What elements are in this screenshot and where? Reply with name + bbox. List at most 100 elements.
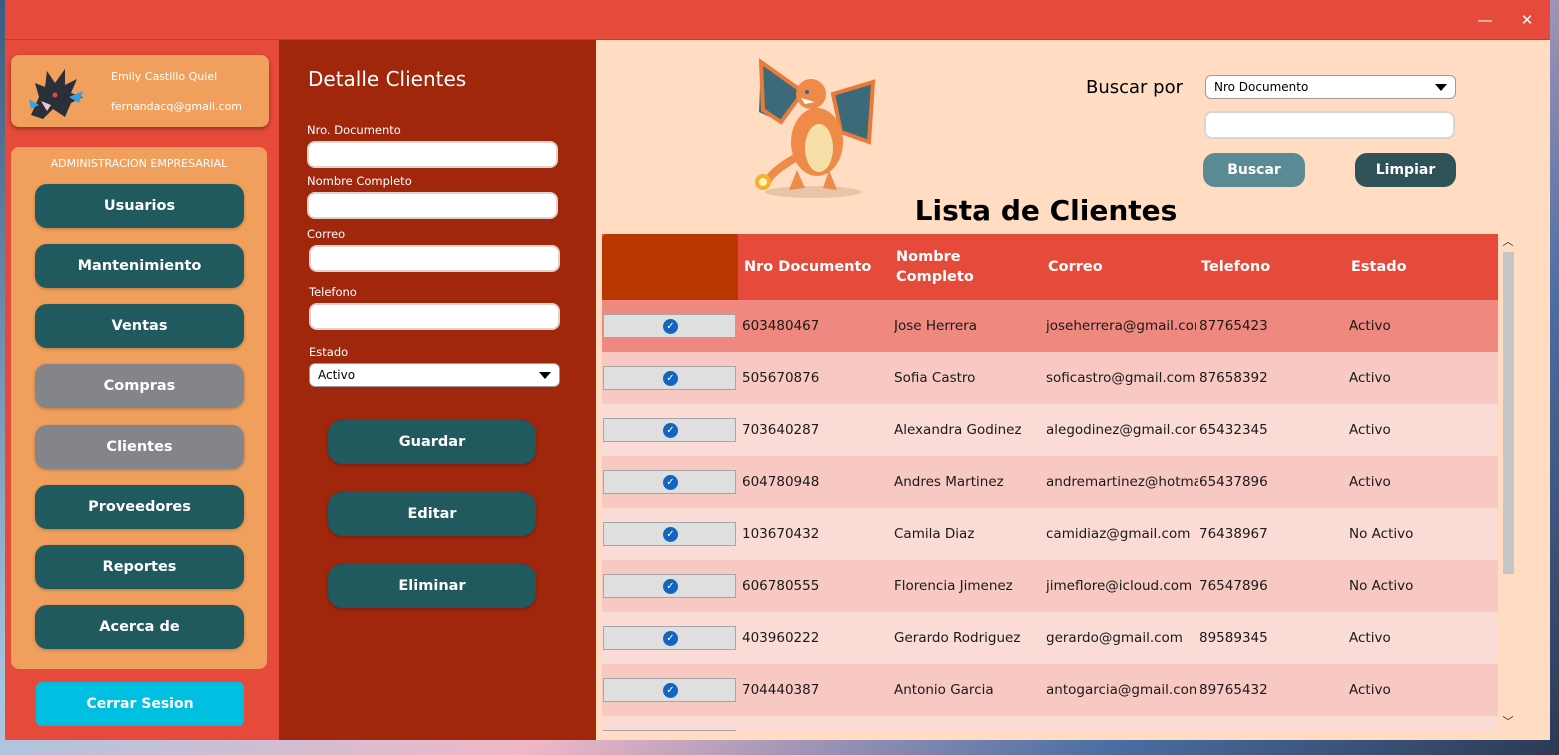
cell-estado: Activo — [1349, 422, 1391, 438]
list-title: Lista de Clientes — [914, 194, 1178, 227]
table-row[interactable]: ✓ 703640287 Alexandra Godinez alegodinez… — [602, 404, 1498, 456]
scroll-down-icon[interactable]: ﹀ — [1502, 716, 1514, 728]
scroll-up-icon[interactable]: ︿ — [1502, 236, 1514, 248]
cell-telefono: 87765423 — [1199, 318, 1268, 334]
cell-nombre: Gerardo Rodriguez — [894, 630, 1021, 646]
col-telefono[interactable]: Telefono — [1201, 234, 1351, 300]
select-button[interactable]: ✓ — [603, 678, 736, 702]
nav-compras-button[interactable]: Compras — [35, 364, 244, 408]
documento-input[interactable] — [307, 141, 558, 168]
cell-documento: 606780555 — [742, 578, 820, 594]
nav-reportes-button[interactable]: Reportes — [35, 545, 244, 589]
table-row[interactable]: ✓ 704440387 Antonio Garcia antogarcia@gm… — [602, 664, 1498, 716]
nav-usuarios-button[interactable]: Usuarios — [35, 184, 244, 228]
select-button[interactable]: ✓ — [603, 626, 736, 650]
minimize-icon[interactable]: — — [1472, 8, 1498, 32]
table-row[interactable]: ✓ 505670876 Sofia Castro soficastro@gmai… — [602, 352, 1498, 404]
charizard-image — [755, 57, 876, 198]
select-button[interactable]: ✓ — [603, 574, 736, 598]
cell-telefono: 65437896 — [1199, 474, 1268, 490]
cell-telefono: 65432345 — [1199, 422, 1268, 438]
eliminar-button[interactable]: Eliminar — [328, 564, 536, 608]
col-nro-documento[interactable]: Nro Documento — [744, 234, 894, 300]
select-button[interactable]: ✓ — [603, 366, 736, 390]
correo-label: Correo — [307, 227, 346, 241]
correo-input[interactable] — [309, 245, 560, 272]
cell-telefono: 76547896 — [1199, 578, 1268, 594]
cell-documento: 403960222 — [742, 630, 820, 646]
check-circle-icon: ✓ — [663, 683, 678, 698]
title-bar: — ✕ — [5, 0, 1550, 40]
editar-button[interactable]: Editar — [328, 492, 536, 536]
select-button[interactable]: ✓ — [603, 418, 736, 442]
table-row[interactable]: ✓ 604780948 Andres Martinez andremartine… — [602, 456, 1498, 508]
estado-select[interactable]: Activo — [309, 363, 560, 387]
select-button[interactable]: ✓ — [603, 522, 736, 546]
col-correo[interactable]: Correo — [1048, 234, 1198, 300]
app-window: — ✕ Emily Castillo Quiel fernandacq@gmai… — [5, 0, 1550, 740]
cell-estado: Activo — [1349, 474, 1391, 490]
telefono-input[interactable] — [309, 303, 560, 330]
cell-documento: 505670876 — [742, 370, 820, 386]
cell-correo: soficastro@gmail.com — [1046, 370, 1196, 386]
nav-acerca-de-button[interactable]: Acerca de — [35, 605, 244, 649]
cell-estado: Activo — [1349, 682, 1391, 698]
nav-clientes-button[interactable]: Clientes — [35, 425, 244, 469]
cell-nombre: Alexandra Godinez — [894, 422, 1022, 438]
nav-mantenimiento-button[interactable]: Mantenimiento — [35, 244, 244, 288]
table-row[interactable]: ✓ 606780555 Florencia Jimenez jimeflore@… — [602, 560, 1498, 612]
cell-estado: Activo — [1349, 630, 1391, 646]
guardar-button[interactable]: Guardar — [328, 420, 536, 464]
nav-proveedores-button[interactable]: Proveedores — [35, 485, 244, 529]
cell-documento: 604780948 — [742, 474, 820, 490]
cell-documento: 703640287 — [742, 422, 820, 438]
scroll-thumb[interactable] — [1503, 252, 1514, 574]
check-circle-icon: ✓ — [663, 319, 678, 334]
logout-button[interactable]: Cerrar Sesion — [36, 682, 244, 726]
menu-title: ADMINISTRACION EMPRESARIAL — [50, 157, 228, 170]
close-icon[interactable]: ✕ — [1514, 8, 1540, 32]
search-field-select[interactable]: Nro Documento — [1205, 75, 1456, 99]
cell-nombre: Andres Martinez — [894, 474, 1004, 490]
navigation-menu: ADMINISTRACION EMPRESARIAL Usuarios Mant… — [11, 147, 267, 669]
table-row[interactable]: ✓ 403960222 Gerardo Rodriguez gerardo@gm… — [602, 612, 1498, 664]
limpiar-button[interactable]: Limpiar — [1355, 153, 1456, 187]
check-circle-icon: ✓ — [663, 423, 678, 438]
cell-estado: Activo — [1349, 370, 1391, 386]
cell-telefono: 89765432 — [1199, 682, 1268, 698]
table-row[interactable]: ✓ 103670432 Camila Diaz camidiaz@gmail.c… — [602, 508, 1498, 560]
cell-documento: 603480467 — [742, 318, 820, 334]
user-name: Emily Castillo Quiel — [111, 70, 218, 83]
buscar-button[interactable]: Buscar — [1203, 153, 1305, 187]
select-button[interactable] — [603, 730, 736, 731]
table-scrollbar[interactable]: ︿ ﹀ — [1500, 234, 1516, 731]
nav-ventas-button[interactable]: Ventas — [35, 304, 244, 348]
search-field-value: Nro Documento — [1214, 80, 1309, 94]
cell-correo: antogarcia@gmail.com — [1046, 682, 1196, 698]
check-circle-icon: ✓ — [663, 631, 678, 646]
table-row[interactable]: ✓ 603480467 Jose Herrera joseherrera@gma… — [602, 300, 1498, 352]
search-input[interactable] — [1204, 111, 1455, 139]
cell-telefono: 87658392 — [1199, 370, 1268, 386]
telefono-label: Telefono — [309, 285, 357, 299]
cell-correo: gerardo@gmail.com — [1046, 630, 1183, 646]
check-circle-icon: ✓ — [663, 527, 678, 542]
check-circle-icon: ✓ — [663, 475, 678, 490]
estado-label: Estado — [309, 345, 349, 359]
cell-correo: joseherrera@gmail.com — [1046, 318, 1196, 334]
client-detail-panel: Detalle Clientes Nro. Documento Nombre C… — [279, 40, 596, 740]
cell-nombre: Camila Diaz — [894, 526, 975, 542]
col-nombre-completo[interactable]: Nombre Completo — [896, 234, 1006, 300]
documento-label: Nro. Documento — [307, 123, 401, 137]
user-profile-card: Emily Castillo Quiel fernandacq@gmail.co… — [11, 55, 269, 127]
table-row[interactable] — [602, 716, 1498, 731]
chevron-down-icon — [1435, 84, 1447, 91]
select-button[interactable]: ✓ — [603, 314, 736, 338]
nombre-input[interactable] — [307, 192, 558, 219]
cell-telefono: 76438967 — [1199, 526, 1268, 542]
select-button[interactable]: ✓ — [603, 470, 736, 494]
col-estado[interactable]: Estado — [1351, 234, 1498, 300]
cell-estado: No Activo — [1349, 526, 1414, 542]
sidebar: Emily Castillo Quiel fernandacq@gmail.co… — [5, 40, 279, 740]
cell-correo: jimeflore@icloud.com — [1046, 578, 1193, 594]
